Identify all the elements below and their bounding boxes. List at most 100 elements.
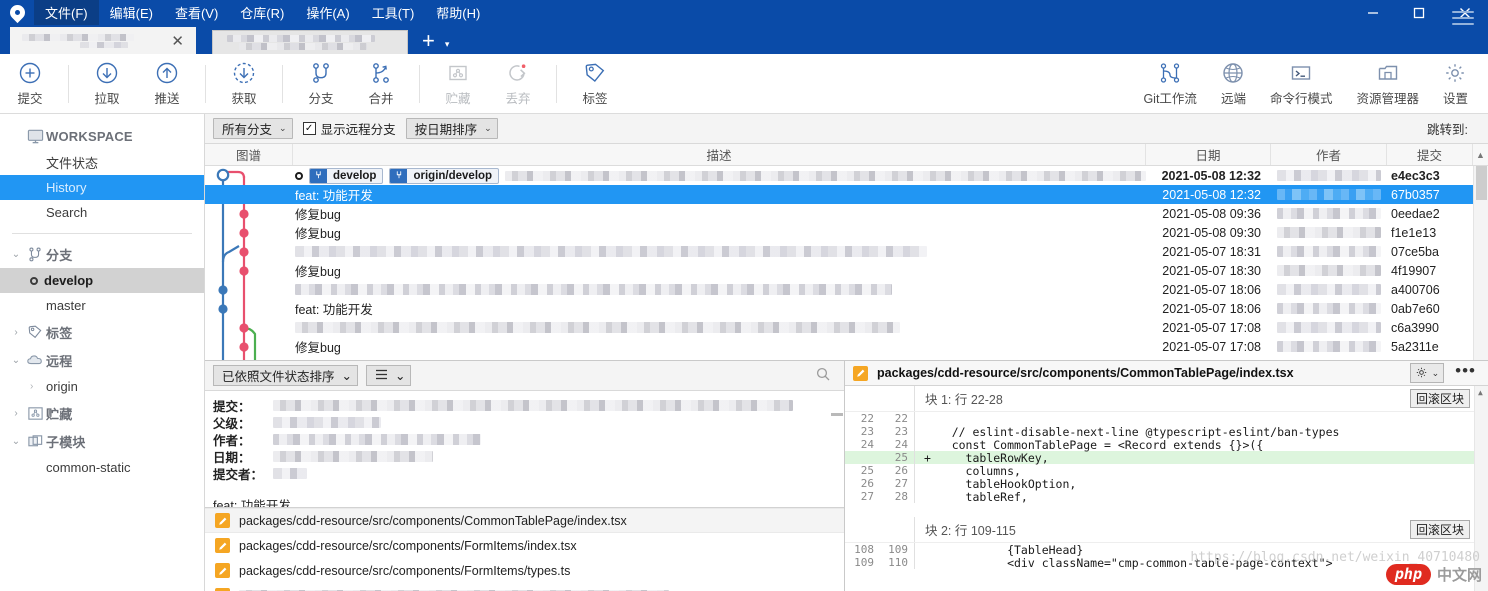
commit-button[interactable]: 提交 — [0, 60, 60, 107]
search-icon[interactable] — [816, 367, 836, 384]
sidebar-item-file-status[interactable]: 文件状态 — [0, 150, 204, 175]
file-path-label: packages/cdd-resource/src/components/For… — [239, 539, 577, 553]
sidebar-item-branch-master[interactable]: master — [0, 293, 204, 318]
show-remote-branches-checkbox[interactable]: ✓ 显示远程分支 — [303, 119, 396, 138]
remote-button[interactable]: 远端 — [1209, 54, 1258, 113]
column-header-graph[interactable]: 图谱 — [205, 144, 293, 165]
scrollbar-thumb[interactable] — [1476, 166, 1487, 200]
sidebar-item-branch-develop[interactable]: develop — [0, 268, 204, 293]
diff-scrollbar[interactable]: ▲ — [1474, 386, 1488, 591]
minimize-button[interactable] — [1350, 0, 1396, 25]
pull-button[interactable]: 拉取 — [77, 60, 137, 107]
repo-tab-active[interactable]: ✕ — [10, 27, 196, 54]
chevron-down-icon[interactable]: ▾ — [445, 39, 460, 54]
more-dots-icon[interactable]: ••• — [1453, 361, 1482, 386]
sidebar-item-search[interactable]: Search — [0, 200, 204, 225]
hamburger-menu-icon[interactable] — [1452, 7, 1474, 29]
chevron-right-icon[interactable]: › — [8, 408, 24, 419]
list-item[interactable] — [205, 583, 844, 591]
commit-list[interactable]: ⑂ develop ⑂ origin/develop 2021-05-08 12… — [205, 166, 1488, 360]
sidebar-item-remote-origin[interactable]: › origin — [0, 374, 204, 399]
view-mode-dropdown[interactable]: ⌄ — [366, 365, 411, 386]
detail-scrollbar-thumb[interactable] — [831, 413, 843, 416]
chevron-down-icon[interactable]: ⌄ — [8, 249, 24, 260]
row-commit-cell: a400706 — [1387, 283, 1473, 297]
file-sort-dropdown[interactable]: 已依照文件状态排序 ⌄ — [213, 365, 358, 386]
jump-to-label[interactable]: 跳转到: — [1427, 119, 1480, 138]
commit-list-scrollbar[interactable] — [1473, 166, 1488, 360]
table-row[interactable]: 2021-05-07 17:08 c6a3990 — [205, 318, 1488, 337]
column-header-date[interactable]: 日期 — [1146, 144, 1271, 165]
sort-mode-dropdown[interactable]: 按日期排序 ⌄ — [406, 118, 498, 139]
close-icon[interactable]: ✕ — [165, 32, 190, 50]
table-row[interactable]: Merge branch 'develop' of 172.16.120.120… — [205, 356, 1488, 360]
terminal-button[interactable]: 命令行模式 — [1258, 54, 1345, 113]
diff-content[interactable]: 块 1: 行 22-28 回滚区块 22 22 23 23 // eslint- — [845, 386, 1488, 591]
table-row[interactable]: 修复bug 2021-05-07 18:30 4f19907 — [205, 261, 1488, 280]
sidebar-section-remotes[interactable]: ⌄ 远程 — [0, 346, 204, 374]
menu-tools[interactable]: 工具(T) — [361, 0, 426, 25]
tag-button[interactable]: 标签 — [565, 60, 625, 107]
sidebar-section-submodules[interactable]: ⌄ 子模块 — [0, 427, 204, 455]
list-item[interactable]: packages/cdd-resource/src/components/Com… — [205, 508, 844, 533]
stash-box-icon — [24, 405, 46, 422]
branch-ref-chip-develop[interactable]: ⑂ develop — [309, 168, 383, 184]
modified-pencil-icon — [215, 513, 230, 528]
list-item[interactable]: packages/cdd-resource/src/components/For… — [205, 533, 844, 558]
branch-filter-dropdown[interactable]: 所有分支 ⌄ — [213, 118, 293, 139]
changed-file-list[interactable]: packages/cdd-resource/src/components/Com… — [205, 508, 844, 591]
sidebar-section-branches[interactable]: ⌄ 分支 — [0, 240, 204, 268]
menu-view[interactable]: 查看(V) — [164, 0, 229, 25]
sidebar-section-workspace[interactable]: WORKSPACE — [0, 122, 204, 150]
branch-button[interactable]: 分支 — [291, 60, 351, 107]
discard-button[interactable]: 丢弃 — [488, 60, 548, 107]
table-row[interactable]: feat: 功能开发 2021-05-08 12:32 67b0357 — [205, 185, 1488, 204]
column-header-description[interactable]: 描述 — [293, 144, 1146, 165]
settings-button[interactable]: 设置 — [1431, 54, 1480, 113]
scroll-up-arrow-icon[interactable]: ▲ — [1473, 144, 1488, 165]
list-item[interactable]: packages/cdd-resource/src/components/For… — [205, 558, 844, 583]
rollback-hunk-button[interactable]: 回滚区块 — [1410, 389, 1470, 408]
diff-line-new-number: 25 — [879, 451, 915, 464]
push-button[interactable]: 推送 — [137, 60, 197, 107]
metadata-value-blurred — [273, 434, 481, 445]
chevron-right-icon[interactable]: › — [8, 327, 24, 338]
rollback-hunk-button[interactable]: 回滚区块 — [1410, 520, 1470, 539]
menu-actions[interactable]: 操作(A) — [295, 0, 360, 25]
explorer-button[interactable]: 资源管理器 — [1344, 54, 1431, 113]
bottom-split: 已依照文件状态排序 ⌄ ⌄ — [205, 360, 1488, 591]
menu-edit[interactable]: 编辑(E) — [99, 0, 164, 25]
chevron-down-icon[interactable]: ⌄ — [8, 355, 24, 366]
merge-button[interactable]: 合并 — [351, 60, 411, 107]
sidebar-section-stashes[interactable]: › 贮藏 — [0, 399, 204, 427]
diff-line-code: + tableRowKey, — [915, 451, 1049, 465]
table-row[interactable]: 修复bug 2021-05-07 17:08 5a2311e — [205, 337, 1488, 356]
cloud-icon — [24, 351, 46, 369]
table-row[interactable]: 修复bug 2021-05-08 09:30 f1e1e13 — [205, 223, 1488, 242]
menu-repository[interactable]: 仓库(R) — [229, 0, 295, 25]
repo-tab-active-label — [20, 33, 165, 48]
scroll-up-arrow-icon[interactable]: ▲ — [1478, 388, 1483, 397]
table-row[interactable]: 修复bug 2021-05-08 09:36 0eedae2 — [205, 204, 1488, 223]
repo-tab-secondary[interactable] — [212, 30, 408, 54]
menu-help[interactable]: 帮助(H) — [425, 0, 491, 25]
sidebar-section-tags[interactable]: › 标签 — [0, 318, 204, 346]
stash-button[interactable]: 贮藏 — [428, 60, 488, 107]
chevron-down-icon[interactable]: ⌄ — [8, 436, 24, 447]
table-row[interactable]: feat: 功能开发 2021-05-07 18:06 0ab7e60 — [205, 299, 1488, 318]
table-row[interactable]: 2021-05-07 18:31 07ce5ba — [205, 242, 1488, 261]
table-row[interactable]: ⑂ develop ⑂ origin/develop 2021-05-08 12… — [205, 166, 1488, 185]
column-header-author[interactable]: 作者 — [1271, 144, 1387, 165]
chevron-right-icon[interactable]: › — [30, 381, 46, 392]
sidebar-item-history[interactable]: History — [0, 175, 204, 200]
git-flow-button[interactable]: Git工作流 — [1131, 54, 1208, 113]
table-row[interactable]: 2021-05-07 18:06 a400706 — [205, 280, 1488, 299]
column-header-commit[interactable]: 提交 — [1387, 144, 1473, 165]
diff-settings-button[interactable]: ⌄ — [1410, 363, 1445, 383]
branch-ref-chip-origin-develop[interactable]: ⑂ origin/develop — [389, 168, 499, 184]
sidebar-item-submodule-common-static[interactable]: common-static — [0, 455, 204, 480]
new-tab-button[interactable]: + — [408, 30, 445, 54]
maximize-button[interactable] — [1396, 0, 1442, 25]
menu-file[interactable]: 文件(F) — [34, 0, 99, 25]
fetch-button[interactable]: 获取 — [214, 60, 274, 107]
